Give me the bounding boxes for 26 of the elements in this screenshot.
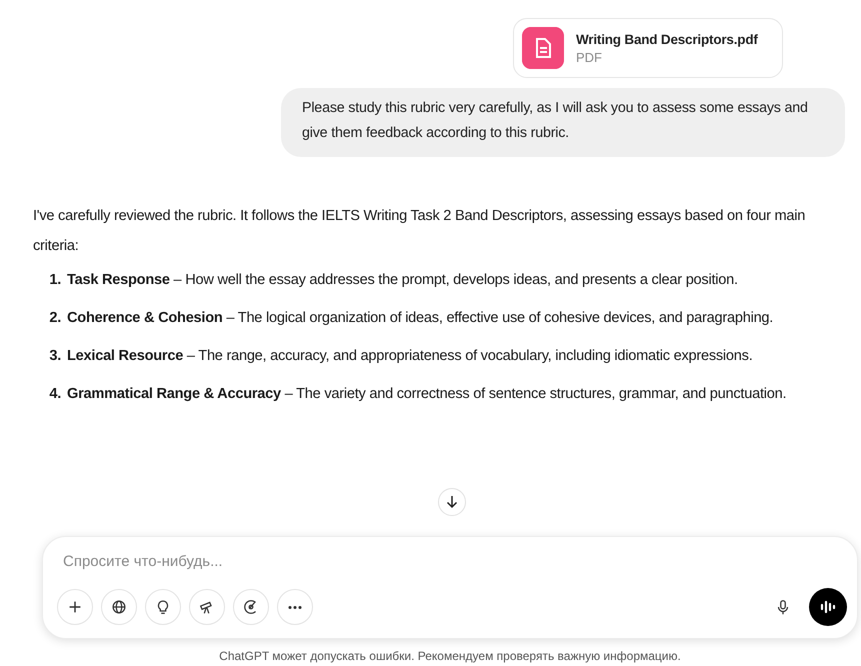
- list-number: 3.: [48, 347, 62, 366]
- tool-button[interactable]: [189, 589, 225, 625]
- criterion-text: Coherence & Cohesion – The logical organization of ideas, effective use of cohesive devices, and paragraphing.: [67, 309, 774, 328]
- down-arrow-icon: [445, 495, 459, 509]
- list-number: 4.: [48, 385, 62, 404]
- tool-button[interactable]: [233, 589, 269, 625]
- criterion-text: Lexical Resource – The range, accuracy, and appropriateness of vocabulary, including idiomatic expressions.: [67, 347, 752, 366]
- user-message: Please study this rubric very carefully, as I will ask you to assess some essays and give them feedback according to this rubric.: [281, 88, 845, 157]
- message-input[interactable]: Спросите что-нибудь...: [63, 549, 847, 574]
- criterion-text: Grammatical Range & Accuracy – The variety and correctness of sentence structures, grammar, and punctuation.: [67, 385, 786, 404]
- file-name: Writing Band Descriptors.pdf: [576, 32, 758, 46]
- globe-icon: [110, 598, 128, 616]
- disclaimer-text: ChatGPT может допускать ошибки. Рекомендуем проверять важную информацию.: [218, 648, 682, 665]
- tool-button[interactable]: [145, 589, 181, 625]
- assistant-intro: I've carefully reviewed the rubric. It follows the IELTS Writing Task 2 Band Descriptors, assessing essays based on four main criteria:: [33, 207, 806, 256]
- tool-button[interactable]: [101, 589, 137, 625]
- more-icon: [288, 606, 302, 608]
- list-number: 2.: [48, 309, 62, 328]
- list-number: 1.: [48, 271, 62, 290]
- file-type: PDF: [576, 50, 603, 64]
- criterion-text: Task Response – How well the essay addresses the prompt, develops ideas, and presents a clear position.: [67, 271, 738, 290]
- file-card[interactable]: Writing Band Descriptors.pdf PDF: [513, 18, 783, 78]
- add-button[interactable]: [57, 589, 93, 625]
- document-icon: [522, 27, 564, 69]
- scroll-down-button[interactable]: [438, 488, 466, 516]
- voice-mode-button[interactable]: [809, 588, 847, 626]
